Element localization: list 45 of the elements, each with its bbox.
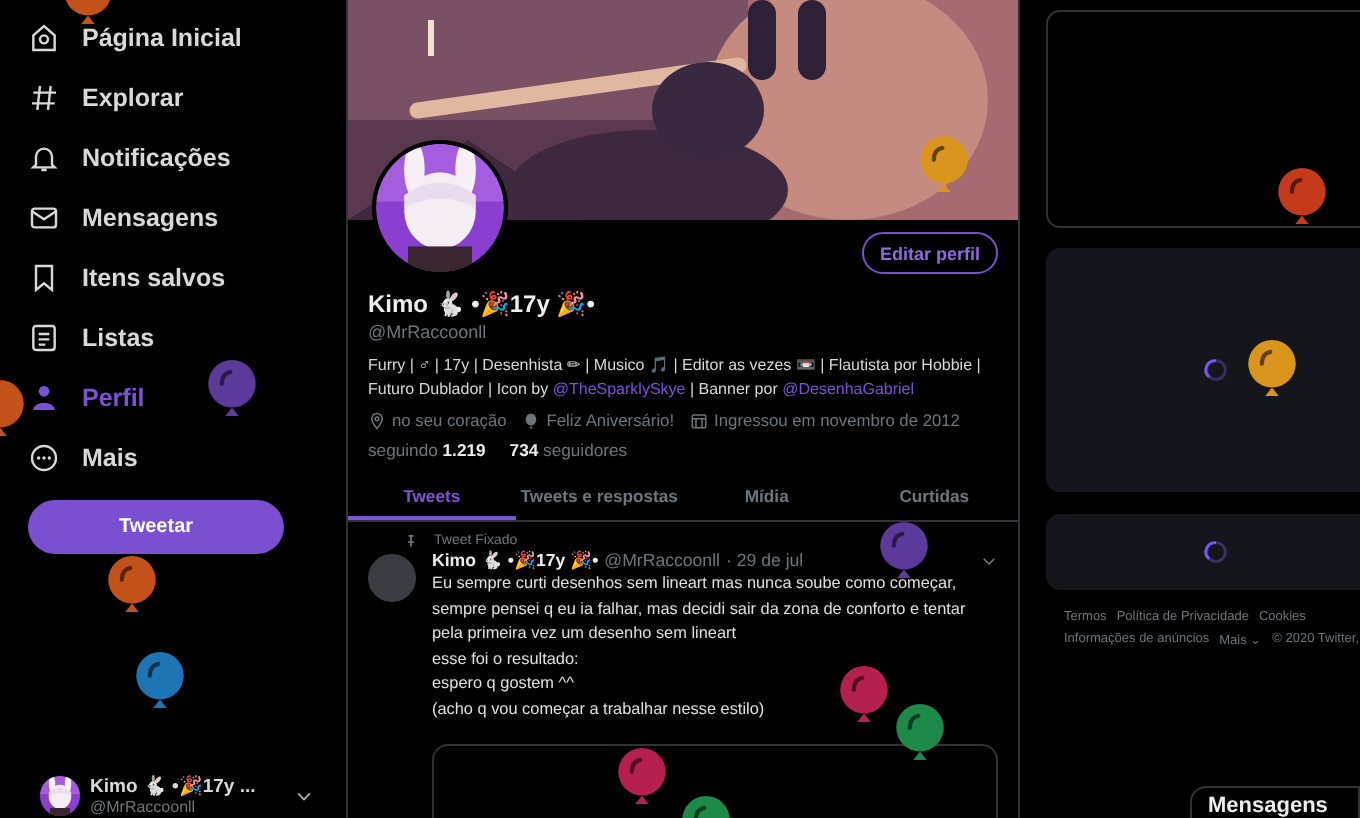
nav-item[interactable]: Página Inicial <box>28 8 242 68</box>
profile-tab[interactable]: Mídia <box>683 474 851 520</box>
profile-detail: Feliz Aniversário! <box>546 410 675 430</box>
tweet-author: Kimo 🐇 •🎉17y 🎉• <box>432 550 599 570</box>
pin-icon <box>404 534 418 548</box>
balloon-icon <box>522 411 541 429</box>
followers-link[interactable]: 734 seguidores <box>509 440 628 460</box>
spinner-icon <box>1202 538 1230 566</box>
calendar-icon <box>690 411 709 429</box>
person-icon <box>28 382 60 414</box>
profile-detail: no seu coração <box>392 410 507 430</box>
profile-tab[interactable]: Tweets <box>348 474 516 520</box>
nav-item[interactable]: Listas <box>28 308 155 368</box>
account-name: Kimo 🐇 •🎉17y ... <box>90 774 256 798</box>
more-icon <box>28 442 60 474</box>
bell-icon <box>28 142 60 174</box>
following-link[interactable]: seguindo 1.219 <box>368 440 486 460</box>
nav-item[interactable]: Mensagens <box>28 188 219 248</box>
mention-link[interactable]: @DesenhaGabriel <box>782 380 915 398</box>
envelope-icon <box>28 202 60 234</box>
tweet-handle: @MrRaccoonll <box>604 550 720 570</box>
profile-bio: Furry | ♂ | 17y | Desenhista ✏ | Musico 🎵 | Editor as vezes 📼 | Flautista por Hobbie | Futuro Dublador | Icon by @TheSparklySkye | Banner por @DesenhaGabriel <box>368 354 983 402</box>
tweet-text: Eu sempre curti desenhos sem lineart mas nunca soube como começar, sempre pensei q eu ia falhar, mas decidi sair da zona de conforto e tentar pela primeira vez um desenho sem lineart esse foi o resultado: espero q gostem ^^ (acho q vou começar a trabalhar nesse estilo) <box>432 572 968 722</box>
spinner-icon <box>1202 356 1230 384</box>
list-icon <box>28 322 60 354</box>
mention-link[interactable]: @TheSparklySkye <box>552 380 686 398</box>
profile-handle: @MrRaccoonll <box>368 320 489 344</box>
location-icon <box>368 411 386 429</box>
nav-item[interactable]: Perfil <box>28 368 145 428</box>
avatar-placeholder <box>368 554 416 602</box>
nav-item[interactable]: Mais <box>28 428 138 488</box>
nav-item[interactable]: Explorar <box>28 68 184 128</box>
home-icon <box>28 22 60 54</box>
profile-detail: Ingressou em novembro de 2012 <box>714 410 960 430</box>
profile-tab[interactable]: Tweets e respostas <box>515 474 683 520</box>
edit-profile-button[interactable]: Editar perfil <box>861 232 998 274</box>
nav-item[interactable]: Itens salvos <box>28 248 226 308</box>
tweet-date: · 29 de jul <box>726 550 804 570</box>
profile-tab[interactable]: Curtidas <box>850 474 1018 520</box>
account-handle: @MrRaccoonll <box>90 798 198 816</box>
hashtag-icon <box>28 82 60 114</box>
messages-drawer[interactable]: Mensagens <box>1190 786 1360 818</box>
nav-item[interactable]: Notificações <box>28 128 231 188</box>
tweet-button[interactable]: Tweetar <box>28 500 284 554</box>
profile-name: Kimo 🐇 •🎉17y 🎉• <box>368 288 597 320</box>
